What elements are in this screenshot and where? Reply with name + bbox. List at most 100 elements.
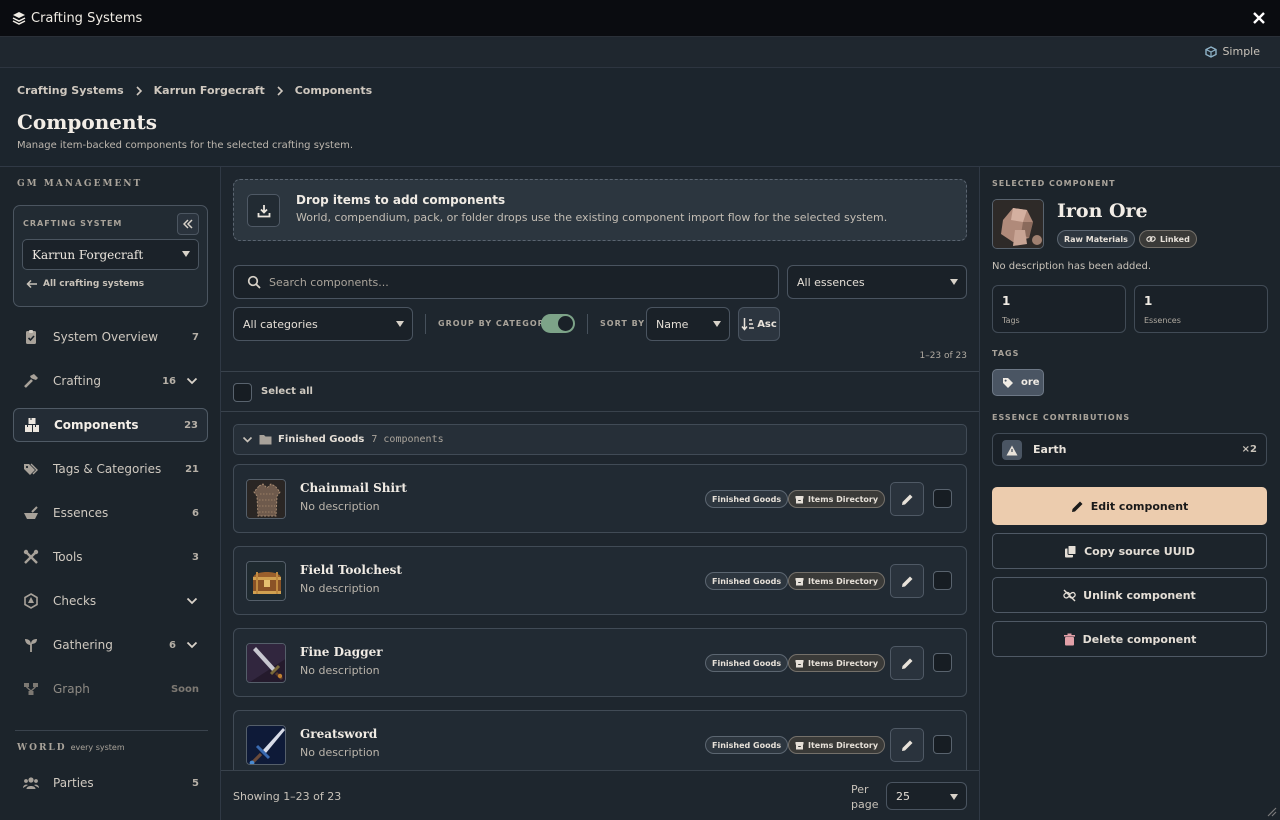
group-by-category-toggle[interactable] xyxy=(541,314,575,333)
edit-component-button[interactable] xyxy=(890,728,924,762)
all-crafting-systems-link[interactable]: All crafting systems xyxy=(26,279,144,289)
component-card[interactable]: Greatsword No description Finished Goods… xyxy=(233,710,967,770)
sidebar-item-crafting[interactable]: Crafting 16 xyxy=(13,364,208,398)
crafting-system-label: CRAFTING SYSTEM xyxy=(23,219,123,228)
edit-component-primary-button[interactable]: Edit component xyxy=(992,487,1267,525)
close-icon[interactable] xyxy=(1252,11,1266,25)
trash-icon xyxy=(1063,633,1075,645)
source-tag: Items Directory xyxy=(788,572,886,590)
archive-icon xyxy=(795,741,804,749)
sidebar-item-components[interactable]: Components 23 xyxy=(13,408,208,442)
sort-by-select[interactable]: Name xyxy=(646,307,730,341)
sidebar-item-gathering[interactable]: Gathering 6 xyxy=(13,628,208,662)
category-count: 7 components xyxy=(371,434,444,445)
component-card[interactable]: Chainmail Shirt No description Finished … xyxy=(233,464,967,533)
arrow-left-icon xyxy=(26,279,37,289)
tag-chip-label: ore xyxy=(1021,377,1040,388)
essence-quantity: ×2 xyxy=(1241,444,1257,455)
hammer-icon xyxy=(24,374,38,388)
main-content: Drop items to add components World, comp… xyxy=(221,167,979,820)
chevron-down-icon[interactable] xyxy=(186,595,198,607)
sidebar-item-system-overview[interactable]: System Overview 7 xyxy=(13,320,208,354)
sidebar-item-count: 3 xyxy=(192,551,199,563)
breadcrumb-crafting-systems[interactable]: Crafting Systems xyxy=(17,84,124,97)
sidebar-item-parties[interactable]: Parties 5 xyxy=(13,766,208,800)
drop-zone[interactable]: Drop items to add components World, comp… xyxy=(233,179,967,241)
sidebar: GM MANAGEMENT CRAFTING SYSTEM Karrun For… xyxy=(0,167,221,820)
page-header: Crafting Systems Karrun Forgecraft Compo… xyxy=(0,68,1280,167)
drop-zone-title: Drop items to add components xyxy=(296,193,506,207)
sidebar-item-label: Components xyxy=(54,418,139,432)
chevron-down-icon[interactable] xyxy=(186,639,198,651)
group-by-label: GROUP BY CATEGORY xyxy=(438,319,552,328)
essence-section-label: ESSENCE CONTRIBUTIONS xyxy=(992,413,1131,422)
stat-label: Essences xyxy=(1144,316,1181,325)
window-titlebar: Crafting Systems xyxy=(0,0,1280,37)
component-checkbox[interactable] xyxy=(933,489,952,508)
component-checkbox[interactable] xyxy=(933,735,952,754)
sidebar-item-checks[interactable]: Checks xyxy=(13,584,208,618)
sidebar-item-label: System Overview xyxy=(53,330,159,344)
collapse-sidebar-button[interactable] xyxy=(177,213,199,235)
component-card[interactable]: Fine Dagger No description Finished Good… xyxy=(233,628,967,697)
sidebar-item-count: 7 xyxy=(192,331,199,343)
sort-direction-label: Asc xyxy=(757,318,777,330)
category-filter-value: All categories xyxy=(243,317,318,331)
caret-down-icon xyxy=(950,794,958,800)
mode-toggle[interactable]: Simple xyxy=(1205,45,1260,58)
category-filter-select[interactable]: All categories xyxy=(233,307,413,341)
mortar-icon xyxy=(24,506,38,519)
unlink-component-button[interactable]: Unlink component xyxy=(992,577,1267,613)
select-all-checkbox[interactable] xyxy=(233,383,252,402)
essence-filter-select[interactable]: All essences xyxy=(787,265,967,299)
resize-handle-icon[interactable] xyxy=(1265,805,1277,817)
sidebar-item-count: 5 xyxy=(192,777,199,789)
component-name: Fine Dagger xyxy=(300,645,383,659)
component-name: Greatsword xyxy=(300,727,378,741)
crafting-system-select[interactable]: Karrun Forgecraft xyxy=(22,239,199,270)
component-name: Chainmail Shirt xyxy=(300,481,407,495)
search-input[interactable]: Search components... xyxy=(233,265,779,299)
delete-component-button[interactable]: Delete component xyxy=(992,621,1267,657)
component-card[interactable]: Field Toolchest No description Finished … xyxy=(233,546,967,615)
link-icon xyxy=(1146,236,1156,242)
sort-direction-button[interactable]: Asc xyxy=(738,307,780,341)
category-group-header[interactable]: Finished Goods 7 components xyxy=(233,424,967,455)
stat-essences: 1 Essences xyxy=(1134,285,1268,333)
category-tag: Finished Goods xyxy=(705,654,789,672)
sidebar-item-tags-categories[interactable]: Tags & Categories 21 xyxy=(13,452,208,486)
sidebar-item-tools[interactable]: Tools 3 xyxy=(13,540,208,574)
essence-row: Earth ×2 xyxy=(992,433,1267,466)
component-description: No description xyxy=(300,582,380,595)
archive-icon xyxy=(795,495,804,503)
copy-source-uuid-button[interactable]: Copy source UUID xyxy=(992,533,1267,569)
edit-component-button[interactable] xyxy=(890,482,924,516)
crafting-system-value: Karrun Forgecraft xyxy=(32,247,144,262)
delete-component-label: Delete component xyxy=(1082,632,1197,646)
per-page-select[interactable]: 25 xyxy=(886,782,967,810)
source-tag-label: Items Directory xyxy=(808,658,879,668)
all-crafting-systems-label: All crafting systems xyxy=(43,279,145,289)
sidebar-item-essences[interactable]: Essences 6 xyxy=(13,496,208,530)
seedling-icon xyxy=(25,639,37,652)
component-description: No description xyxy=(300,664,380,677)
world-sublabel: every system xyxy=(70,743,125,752)
page-title: Components xyxy=(17,110,158,134)
select-all-row: Select all xyxy=(221,371,979,412)
source-tag-label: Items Directory xyxy=(808,576,879,586)
component-checkbox[interactable] xyxy=(933,653,952,672)
boxes-icon xyxy=(25,418,39,432)
component-name: Field Toolchest xyxy=(300,563,402,577)
component-checkbox[interactable] xyxy=(933,571,952,590)
graph-icon xyxy=(24,683,38,695)
chevron-down-icon[interactable] xyxy=(186,375,198,387)
edit-component-button[interactable] xyxy=(890,564,924,598)
edit-component-button[interactable] xyxy=(890,646,924,680)
tags-icon xyxy=(24,463,38,475)
breadcrumb-system[interactable]: Karrun Forgecraft xyxy=(154,84,265,97)
pencil-icon xyxy=(901,658,912,669)
selected-component-name: Iron Ore xyxy=(1057,200,1148,222)
filter-divider xyxy=(425,314,426,334)
tag-chip[interactable]: ore xyxy=(992,369,1044,396)
sidebar-item-count: 16 xyxy=(162,375,176,387)
